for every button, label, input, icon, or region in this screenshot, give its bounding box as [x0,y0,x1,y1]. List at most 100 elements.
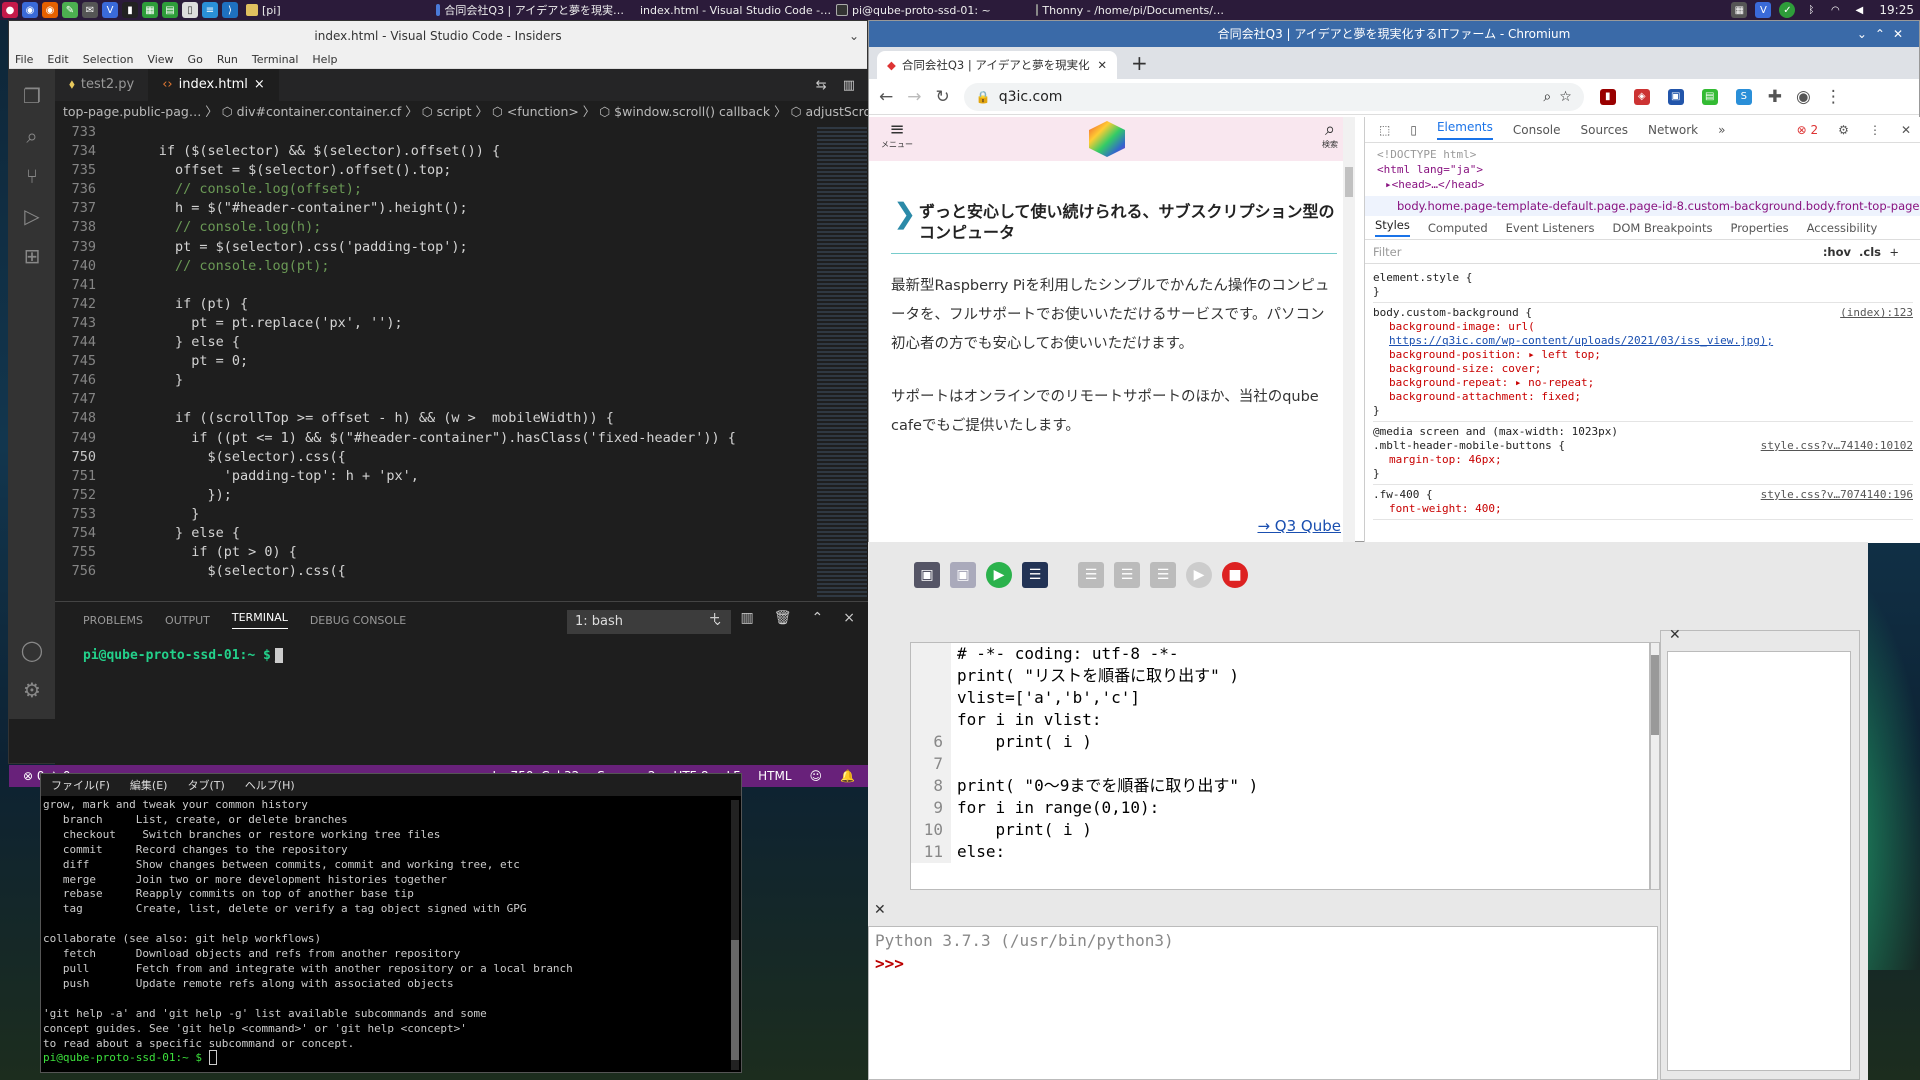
editor-line[interactable]: 10 print( i ) [911,819,1649,841]
tab-debug-console[interactable]: DEBUG CONSOLE [310,614,406,627]
taskbar-item-vscode[interactable]: index.html - Visual Studio Code -… [630,0,830,20]
back-icon[interactable]: ← [879,87,893,107]
editor-line[interactable]: vlist=['a','b','c'] [911,687,1649,709]
tab-accessibility[interactable]: Accessibility [1807,221,1878,235]
menu-button[interactable]: ≡ メニュー [877,121,917,150]
editor-line[interactable]: for i in vlist: [911,709,1649,731]
extension-blue-icon[interactable]: ▣ [1667,88,1684,105]
language-mode[interactable]: HTML [758,769,791,783]
more-tabs[interactable]: » [1718,123,1725,137]
editor-line[interactable]: 8 print( "0〜9までを順番に取り出す" ) [911,775,1649,797]
run-icon[interactable]: ▶ [986,562,1012,588]
extension-ublock-icon[interactable]: ◈ [1633,88,1650,105]
close-shell-icon[interactable]: ✕ [874,902,886,918]
menu-run[interactable]: Run [217,53,238,66]
terminal-launcher-icon[interactable]: ▮ [122,2,138,18]
tab-event-listeners[interactable]: Event Listeners [1506,221,1595,235]
menu-tabs[interactable]: タブ(T) [187,777,224,793]
menu-view[interactable]: View [147,53,173,66]
tab-sources[interactable]: Sources [1581,123,1628,137]
editor-line[interactable]: 11 else: [911,841,1649,863]
explorer-icon[interactable]: ❐ [19,83,45,109]
close-side-panel-icon[interactable]: ✕ [1669,627,1681,643]
terminal-select[interactable]: 1: bash ⌄ [567,610,731,634]
profile-avatar-icon[interactable]: ◉ [1796,87,1811,107]
devtools-settings-icon[interactable]: ⚙ [1838,123,1849,137]
calc-launcher-icon[interactable]: ▤ [162,2,178,18]
selected-element-breadcrumb[interactable]: body.home.page-template-default.page.pag… [1365,196,1920,216]
code-line[interactable]: 755 if (pt > 0) { [55,543,815,562]
split-terminal-icon[interactable]: ▥ [741,610,754,626]
terminal-prompt[interactable]: pi@qube-proto-ssd-01:~ $ _ [83,648,283,663]
run-debug-icon[interactable]: ▷ [19,203,45,229]
chevron-down-icon[interactable]: ⌄ [849,21,859,51]
feedback-icon[interactable]: ☺ [810,769,823,783]
browser-tab[interactable]: ◆ 合同会社Q3 | アイデアと夢を現実化 ✕ [877,51,1117,79]
terminal-output[interactable]: grow, mark and tweak your common history… [41,796,741,1051]
leaf-launcher-icon[interactable]: ✎ [62,2,78,18]
extensions-puzzle-icon[interactable]: ✚ [1768,87,1782,107]
trash-icon[interactable]: 🗑 [774,610,792,626]
search-button[interactable]: ⌕ 検索 [1313,121,1347,150]
add-terminal-icon[interactable]: + [709,610,721,626]
split-editor-icon[interactable]: ▥ [843,78,855,93]
editor-launcher-icon[interactable]: ≡ [202,2,218,18]
spreadsheet-launcher-icon[interactable]: ▦ [142,2,158,18]
editor-line[interactable]: 6 print( i ) [911,731,1649,753]
code-line[interactable]: 748 if ((scrollTop >= offset - h) && (w … [55,409,815,428]
editor-line[interactable]: # -*- coding: utf-8 -*- [911,643,1649,665]
code-line[interactable]: 751 'padding-top': h + 'px', [55,467,815,486]
code-line[interactable]: 733 [55,123,815,142]
tab-network[interactable]: Network [1648,123,1698,137]
taskbar-item-chromium[interactable]: 合同会社Q3 | アイデアと夢を現実… [430,0,630,20]
notifications-bell-icon[interactable]: 🔔 [840,769,855,783]
code-line[interactable]: 740 // console.log(pt); [55,257,815,276]
tab-styles[interactable]: Styles [1375,218,1410,237]
vscode-launcher-icon[interactable]: ⟩ [222,2,238,18]
close-icon[interactable]: × [254,69,265,101]
menu-kebab-icon[interactable]: ⋮ [1825,87,1842,107]
styles-filter-input[interactable]: Filter :hov .cls + [1365,240,1920,264]
code-line[interactable]: 746 } [55,371,815,390]
new-tab-icon[interactable]: + [1131,51,1148,75]
code-line[interactable]: 736 // console.log(offset); [55,180,815,199]
code-line[interactable]: 754 } else { [55,524,815,543]
tab-index-html[interactable]: ‹› index.html × [148,69,279,101]
extension-red-icon[interactable]: ▮ [1599,88,1616,105]
code-line[interactable]: 753 } [55,505,815,524]
tab-output[interactable]: OUTPUT [165,614,210,627]
q3-qube-link[interactable]: → Q3 Qube [1257,517,1341,535]
resume-icon[interactable]: ▶ [1186,562,1212,588]
forward-icon[interactable]: → [907,87,921,107]
menu-edit[interactable]: Edit [47,53,68,66]
step-out-icon[interactable]: ☰ [1150,562,1176,588]
editor-line[interactable]: 7 [911,753,1649,775]
extension-green-icon[interactable]: ▤ [1701,88,1718,105]
chromium-launcher-icon[interactable]: ◉ [22,2,38,18]
style-rules[interactable]: element.style {} body.custom-background … [1365,264,1920,524]
clock[interactable]: 19:25 [1879,3,1914,17]
address-bar[interactable]: 🔒 q3ic.com ⌕ ☆ [963,82,1584,111]
window-controls[interactable]: ⌄⌃✕ [1857,21,1911,47]
devtools-menu-icon[interactable]: ⋮ [1869,123,1881,137]
mail-launcher-icon[interactable]: ✉ [82,2,98,18]
code-editor[interactable]: 733 734 if ($(selector) && $(selector).of… [55,123,815,601]
rule-source-link[interactable]: (index):123 [1840,306,1913,320]
firefox-launcher-icon[interactable]: ◉ [42,2,58,18]
vnc-tray-icon[interactable]: V [1755,2,1772,18]
code-line[interactable]: 756 $(selector).css({ [55,562,815,581]
taskbar-item-thonny[interactable]: Thonny - /home/pi/Documents/… [1030,0,1230,20]
code-line[interactable]: 738 // console.log(h); [55,218,815,237]
keyboard-icon[interactable]: ▦ [1731,2,1748,18]
close-panel-icon[interactable]: × [843,610,855,626]
extension-skype-icon[interactable]: S [1735,88,1752,105]
shell-prompt[interactable]: >>> [869,954,1657,973]
cls-toggle[interactable]: .cls [1859,240,1881,264]
code-line[interactable]: 739 pt = $(selector).css('padding-top'); [55,238,815,257]
save-as-icon[interactable]: ▣ [950,562,976,588]
code-line[interactable]: 742 if (pt) { [55,295,815,314]
taskbar-item-terminal[interactable]: pi@qube-proto-ssd-01: ~ [830,0,1030,20]
menu-edit[interactable]: 編集(E) [130,777,168,793]
tab-console[interactable]: Console [1513,123,1561,137]
editor-line[interactable]: 9 for i in range(0,10): [911,797,1649,819]
